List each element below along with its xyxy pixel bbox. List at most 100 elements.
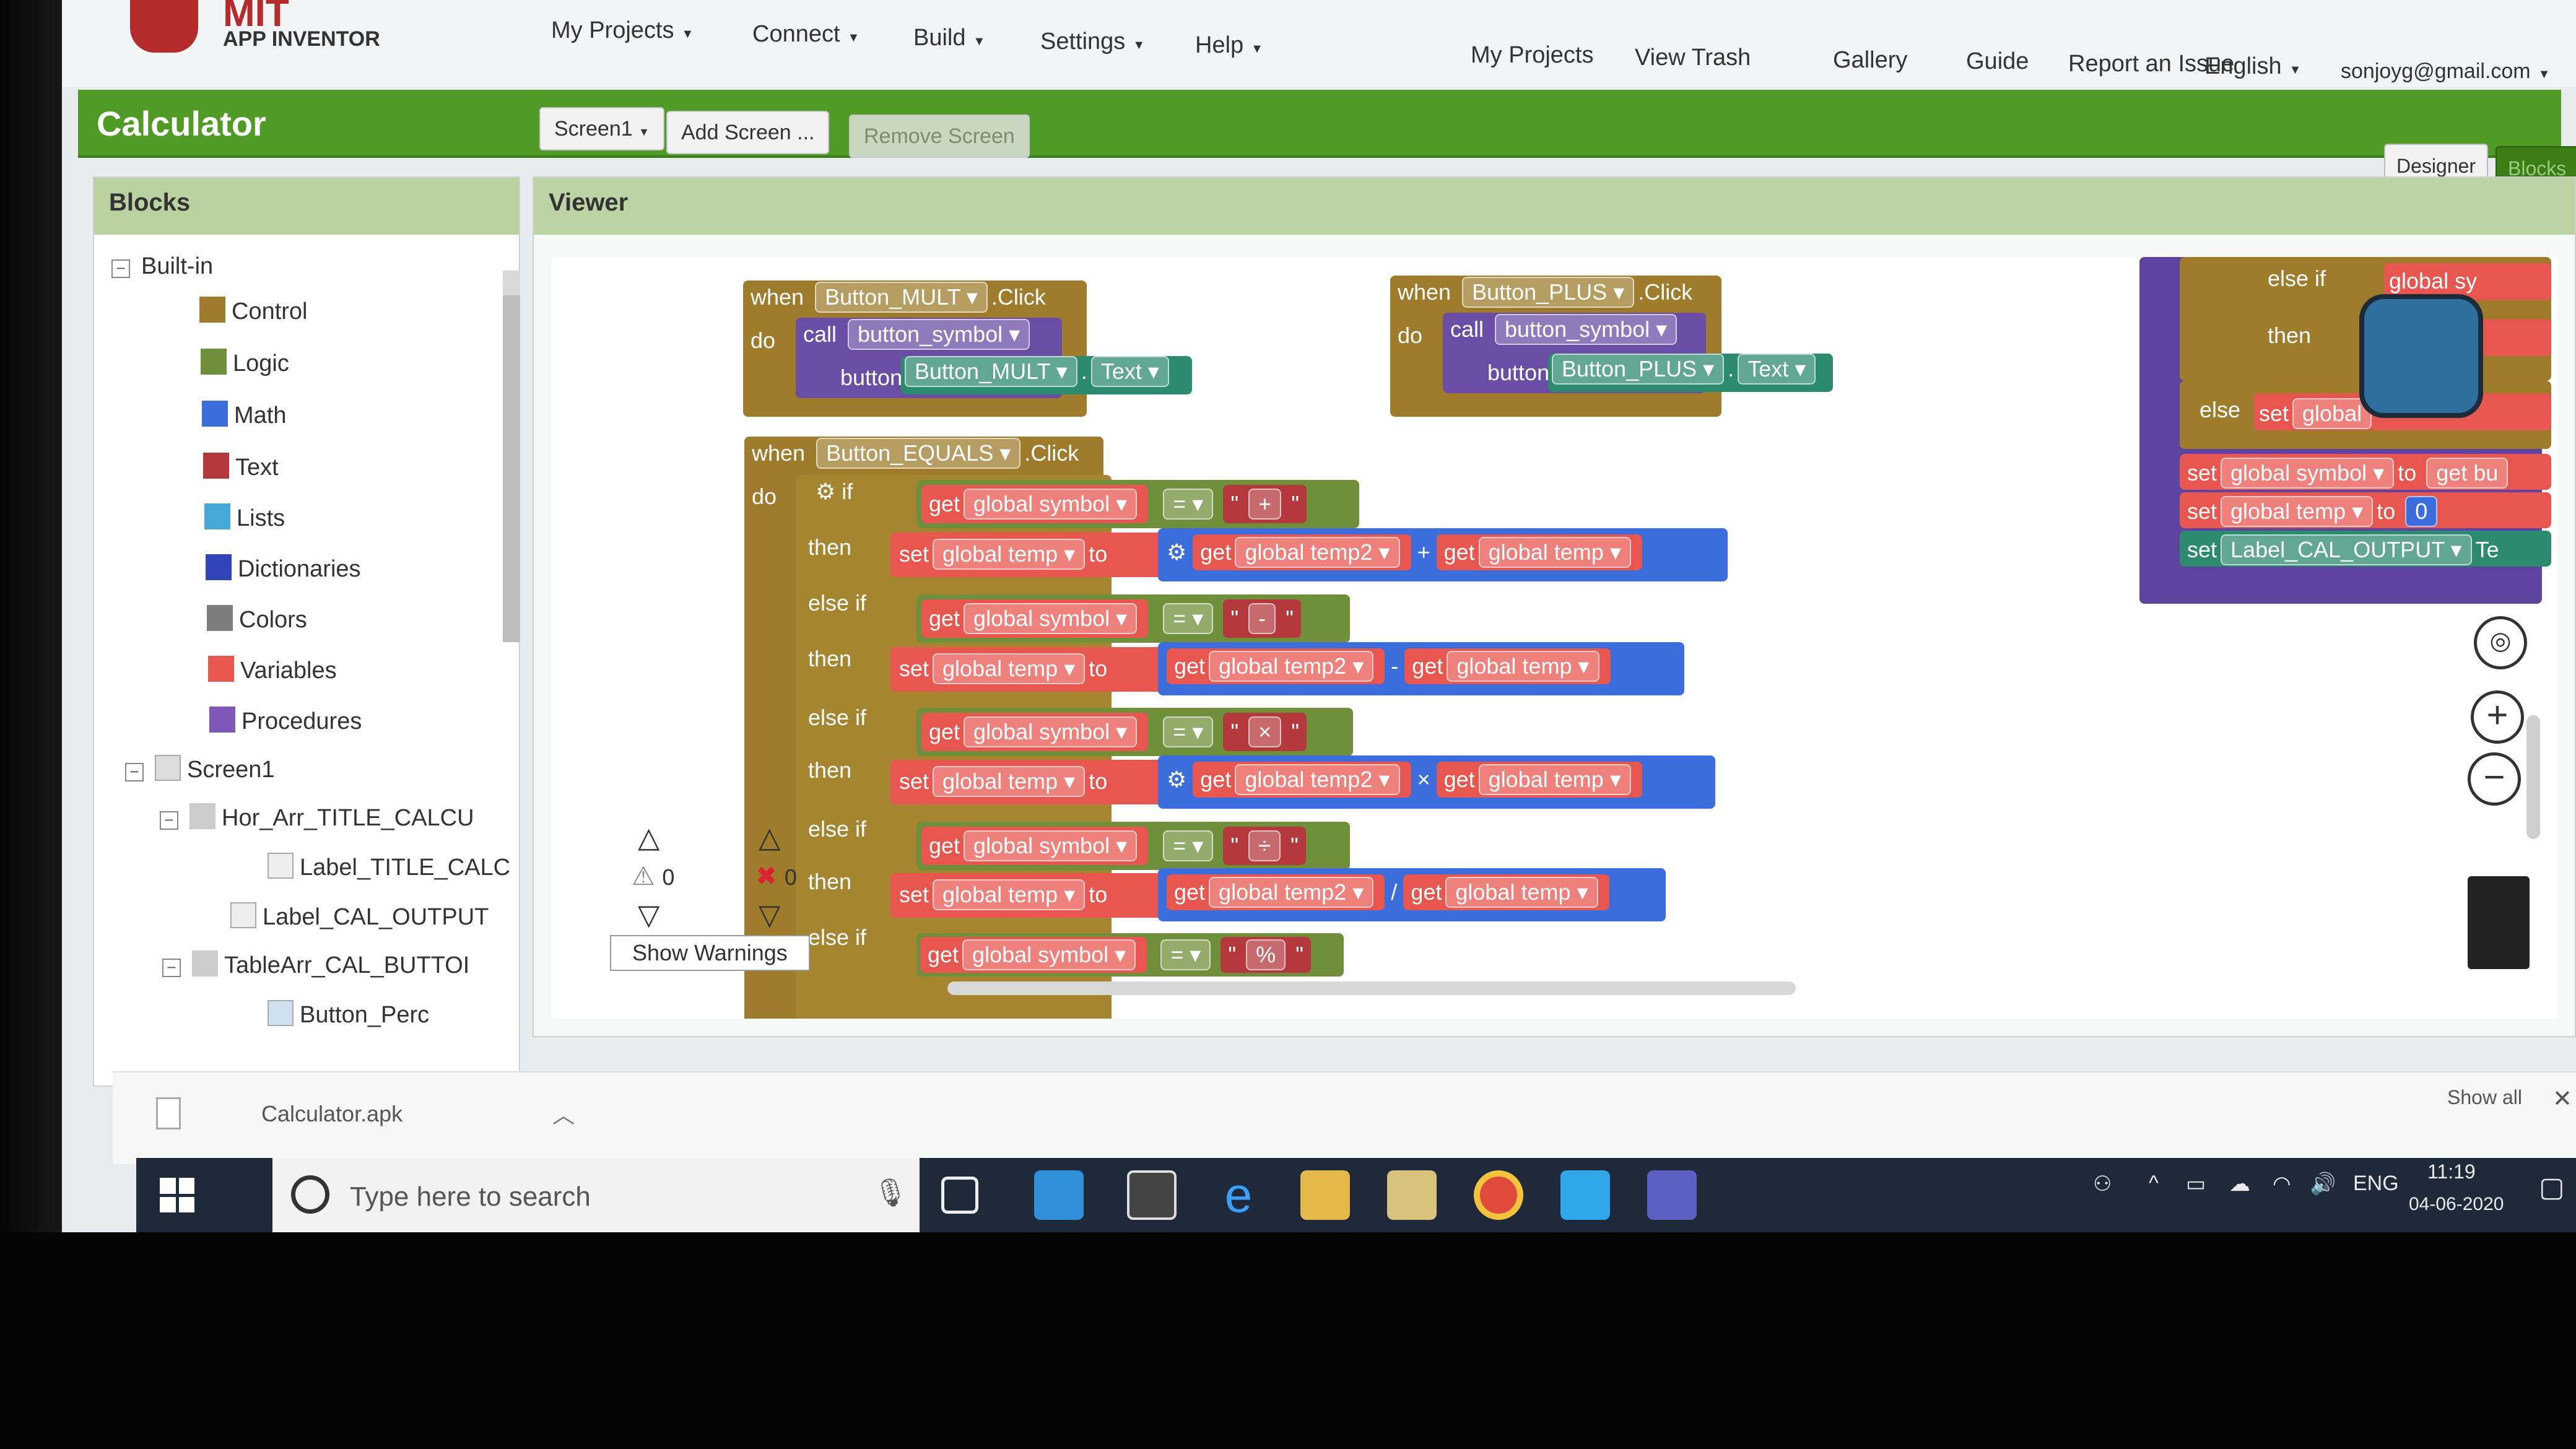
teams-icon[interactable] — [1647, 1170, 1697, 1220]
taskbar-search[interactable]: Type here to search 🎙 — [272, 1158, 920, 1232]
edge-icon[interactable]: e — [1214, 1170, 1263, 1220]
text-literal[interactable]: " + " — [1223, 485, 1307, 523]
get-global-symbol[interactable]: get global symbol ▾ — [920, 937, 1147, 973]
event-component-dropdown[interactable]: Button_EQUALS ▾ — [816, 438, 1021, 469]
remove-screen-button[interactable]: Remove Screen — [849, 115, 1030, 158]
compare-block[interactable]: get global symbol ▾ = ▾ " + " — [916, 480, 1359, 528]
vertical-scrollbar[interactable] — [2526, 715, 2540, 839]
procedure-dropdown[interactable]: button_symbol ▾ — [848, 319, 1030, 350]
blocks-scrollbar[interactable] — [503, 271, 520, 642]
tree-hor-arr[interactable]: − Hor_Arr_TITLE_CALCU — [160, 803, 474, 832]
get-global-temp2[interactable]: get global temp2 ▾ — [1167, 648, 1385, 684]
file-explorer-icon[interactable] — [1300, 1170, 1350, 1220]
component-dropdown[interactable]: Button_MULT ▾ — [905, 356, 1077, 387]
nav-connect-menu[interactable]: Connect ▼ — [752, 21, 859, 48]
compare-block[interactable]: get global symbol ▾ = ▾ " × " — [916, 708, 1353, 756]
get-global-symbol[interactable]: get global symbol ▾ — [921, 485, 1149, 523]
chevron-up-icon[interactable]: ︿ — [552, 1097, 575, 1129]
text-literal[interactable]: " × " — [1223, 713, 1307, 751]
show-all-button[interactable]: Show all — [2447, 1086, 2522, 1109]
onedrive-icon[interactable]: ☁ — [2229, 1172, 2250, 1196]
screen-select[interactable]: Screen1 ▼ — [539, 107, 664, 150]
notifications-icon[interactable]: ▢ — [2539, 1172, 2565, 1203]
event-component-dropdown[interactable]: Button_PLUS ▾ — [1462, 277, 1635, 308]
set-global-temp[interactable]: set global temp ▾ to — [890, 533, 1163, 577]
app-inventor-logo[interactable]: MIT APP INVENTOR — [130, 0, 452, 68]
wifi-icon[interactable]: ◠ — [2273, 1172, 2291, 1196]
category-colors[interactable]: Colors — [207, 605, 307, 633]
recenter-icon[interactable]: ◎ — [2474, 616, 2527, 669]
component-dropdown[interactable]: Button_PLUS ▾ — [1552, 354, 1725, 385]
math-multiply-block[interactable]: ⚙ get global temp2 ▾ × get global temp ▾ — [1158, 755, 1715, 809]
mail-icon[interactable] — [1034, 1170, 1084, 1220]
tree-label-title[interactable]: Label_TITLE_CALC — [268, 853, 510, 881]
nav-my-projects-menu[interactable]: My Projects ▼ — [551, 17, 694, 44]
nav-view-trash[interactable]: View Trash — [1635, 45, 1751, 71]
procedure-dropdown[interactable]: button_symbol ▾ — [1495, 314, 1677, 345]
next-warning-arrow-icon[interactable]: ▽ — [638, 898, 659, 931]
property-dropdown[interactable]: Text ▾ — [1738, 354, 1816, 385]
category-dictionaries[interactable]: Dictionaries — [206, 554, 361, 583]
set-global-symbol[interactable]: set global symbol ▾ to get bu — [2180, 454, 2551, 490]
button-plus-text-getter[interactable]: Button_PLUS ▾. Text ▾ — [1548, 354, 1833, 392]
category-lists[interactable]: Lists — [204, 503, 285, 532]
chrome-icon[interactable] — [1474, 1170, 1523, 1220]
category-text[interactable]: Text — [203, 453, 279, 481]
backpack-icon[interactable] — [2359, 294, 2483, 418]
set-global-temp[interactable]: set global temp ▾ to — [890, 873, 1163, 918]
get-global-temp[interactable]: get global temp ▾ — [1436, 762, 1642, 798]
nav-my-projects[interactable]: My Projects — [1471, 42, 1593, 69]
zoom-out-icon[interactable]: − — [2468, 752, 2521, 806]
collapse-icon[interactable]: − — [160, 811, 178, 830]
text-literal[interactable]: " - " — [1223, 599, 1301, 638]
property-dropdown[interactable]: Text ▾ — [1090, 356, 1169, 387]
set-global-temp[interactable]: set global temp ▾ to — [890, 647, 1163, 692]
app-icon[interactable] — [1387, 1170, 1437, 1220]
tree-table-arr[interactable]: − TableArr_CAL_BUTTOI — [162, 951, 469, 979]
microphone-icon[interactable]: 🎙 — [873, 1177, 908, 1209]
compare-block[interactable]: get global symbol ▾ = ▾ " ÷ " — [916, 822, 1350, 870]
math-subtract-block[interactable]: get global temp2 ▾ - get global temp ▾ — [1158, 642, 1684, 695]
get-global-temp2[interactable]: get global temp2 ▾ — [1193, 762, 1411, 798]
get-global-temp[interactable]: get global temp ▾ — [1403, 874, 1609, 910]
text-literal[interactable]: " % " — [1221, 937, 1311, 973]
zoom-icon[interactable] — [1560, 1170, 1610, 1220]
compare-op-dropdown[interactable]: = ▾ — [1160, 939, 1211, 970]
language-indicator[interactable]: ENG — [2353, 1172, 2399, 1196]
nav-build-menu[interactable]: Build ▼ — [913, 25, 985, 51]
set-label-output[interactable]: set Label_CAL_OUTPUT ▾ Te — [2180, 531, 2551, 567]
clock-date[interactable]: 04-06-2020 — [2409, 1194, 2504, 1215]
store-icon[interactable] — [1127, 1170, 1177, 1220]
collapse-icon[interactable]: − — [111, 259, 130, 278]
add-screen-button[interactable]: Add Screen ... — [666, 111, 830, 154]
category-math[interactable]: Math — [202, 401, 286, 429]
zoom-in-icon[interactable]: + — [2471, 690, 2524, 744]
show-warnings-button[interactable]: Show Warnings — [610, 935, 810, 971]
horizontal-scrollbar[interactable] — [947, 981, 1796, 995]
nav-settings-menu[interactable]: Settings ▼ — [1040, 28, 1145, 55]
get-global-temp2[interactable]: get global temp2 ▾ — [1167, 874, 1385, 910]
get-global-symbol[interactable]: get global symbol ▾ — [921, 713, 1149, 751]
category-procedures[interactable]: Procedures — [209, 707, 362, 735]
nav-help-menu[interactable]: Help ▼ — [1195, 32, 1263, 59]
task-view-icon[interactable] — [941, 1177, 978, 1214]
text-literal[interactable]: " ÷ " — [1223, 827, 1306, 865]
nav-guide[interactable]: Guide — [1966, 48, 2029, 75]
button-mult-text-getter[interactable]: Button_MULT ▾. Text ▾ — [901, 356, 1192, 394]
chevron-up-icon[interactable]: ^ — [2149, 1172, 2159, 1196]
get-global-symbol[interactable]: get global symbol ▾ — [921, 827, 1149, 865]
scroll-thumb[interactable] — [503, 295, 520, 642]
compare-op-dropdown[interactable]: = ▾ — [1163, 830, 1214, 861]
compare-op-dropdown[interactable]: = ▾ — [1163, 489, 1214, 520]
get-global-temp[interactable]: get global temp ▾ — [1404, 648, 1611, 684]
compare-op-dropdown[interactable]: = ▾ — [1163, 716, 1214, 747]
battery-icon[interactable]: ▭ — [2186, 1172, 2206, 1196]
blocks-workspace[interactable]: when Button_MULT ▾ .Click do call button_sy… — [551, 257, 2557, 1019]
next-error-arrow-icon[interactable]: ▽ — [759, 898, 780, 931]
collapse-icon[interactable]: − — [162, 959, 181, 977]
collapse-icon[interactable]: − — [125, 763, 144, 781]
prev-error-arrow-icon[interactable]: △ — [759, 820, 780, 854]
tree-built-in[interactable]: − Built-in — [111, 253, 213, 280]
tree-screen1[interactable]: − Screen1 — [125, 755, 275, 783]
set-global-temp[interactable]: set global temp ▾ to — [890, 760, 1163, 804]
